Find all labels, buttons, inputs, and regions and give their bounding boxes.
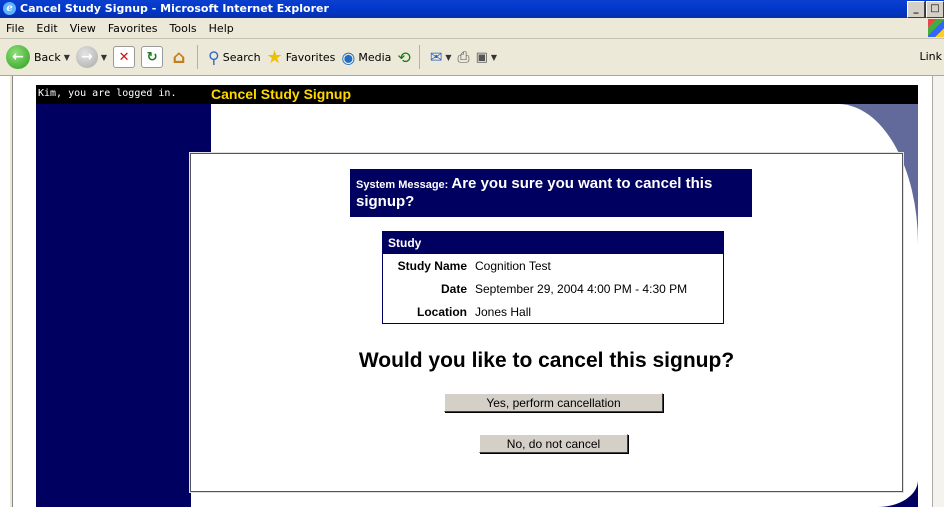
- toolbar-separator: [418, 45, 420, 69]
- menu-tools[interactable]: Tools: [164, 22, 203, 35]
- table-row: Study Name Cognition Test: [383, 254, 724, 277]
- mail-icon: ✉: [429, 48, 443, 66]
- header-strip: Kim, you are logged in. Cancel Study Sig…: [36, 85, 918, 104]
- system-message: System Message: Are you sure you want to…: [350, 169, 752, 217]
- media-icon: ◉: [341, 47, 356, 67]
- back-button[interactable]: ← Back ▼: [6, 45, 70, 69]
- history-button[interactable]: ⟲: [397, 48, 410, 67]
- cancel-question: Would you like to cancel this signup?: [358, 349, 735, 372]
- back-dropdown-icon[interactable]: ▼: [64, 53, 70, 62]
- study-details-table: Study Study Name Cognition Test Date Sep…: [382, 231, 724, 324]
- home-button[interactable]: ⌂: [169, 46, 189, 68]
- browser-toolbar: ← Back ▼ → ▼ ✕ ↻ ⌂ ⚲ Search ★ Favorites …: [0, 39, 944, 76]
- stop-button[interactable]: ✕: [113, 46, 136, 68]
- menu-help[interactable]: Help: [203, 22, 240, 35]
- menu-file[interactable]: File: [0, 22, 30, 35]
- print-button[interactable]: ⎙: [458, 48, 470, 66]
- search-label: Search: [222, 50, 261, 64]
- study-location-value: Jones Hall: [475, 304, 532, 319]
- edit-dropdown-icon[interactable]: ▼: [491, 53, 497, 62]
- favorites-label: Favorites: [285, 50, 336, 64]
- menu-view[interactable]: View: [64, 22, 102, 35]
- ie-logo-icon: e: [3, 2, 16, 15]
- menu-edit[interactable]: Edit: [30, 22, 63, 35]
- windows-flag-icon: [928, 19, 944, 37]
- edit-button[interactable]: ▣ ▼: [476, 50, 497, 65]
- study-date-value: September 29, 2004 4:00 PM - 4:30 PM: [475, 281, 688, 296]
- toolbar-separator: [197, 45, 199, 69]
- maximize-button[interactable]: □: [926, 1, 944, 18]
- media-label: Media: [358, 50, 392, 64]
- history-icon: ⟲: [397, 47, 411, 67]
- search-icon: ⚲: [208, 47, 220, 67]
- print-icon: ⎙: [457, 48, 470, 66]
- study-table-heading: Study: [382, 231, 724, 254]
- home-icon: ⌂: [172, 46, 186, 68]
- forward-arrow-icon: →: [75, 46, 98, 68]
- back-arrow-icon: ←: [6, 45, 30, 69]
- menu-favorites[interactable]: Favorites: [102, 22, 164, 35]
- cancel-signup-panel: System Message: Are you sure you want to…: [190, 153, 903, 492]
- table-row: Location Jones Hall: [383, 300, 724, 324]
- links-label[interactable]: Link: [919, 50, 942, 63]
- forward-button[interactable]: → ▼: [75, 46, 107, 68]
- refresh-button[interactable]: ↻: [141, 46, 164, 68]
- edit-page-icon: ▣: [475, 49, 488, 65]
- favorites-button[interactable]: ★ Favorites: [267, 47, 336, 68]
- study-location-key: Location: [417, 304, 467, 319]
- page-title: Cancel Study Signup: [211, 86, 352, 102]
- minimize-button[interactable]: _: [907, 1, 925, 18]
- study-date-key: Date: [440, 281, 467, 296]
- vertical-scrollbar[interactable]: [932, 76, 944, 507]
- study-name-value: Cognition Test: [475, 258, 551, 273]
- window-controls: _ □: [906, 1, 944, 18]
- mail-button[interactable]: ✉ ▼: [430, 48, 452, 66]
- forward-dropdown-icon[interactable]: ▼: [101, 53, 107, 62]
- window-titlebar: e Cancel Study Signup - Microsoft Intern…: [0, 0, 944, 18]
- table-row: Date September 29, 2004 4:00 PM - 4:30 P…: [383, 277, 724, 300]
- refresh-icon: ↻: [141, 46, 164, 68]
- system-message-label: System Message:: [356, 179, 449, 191]
- viewport-left-border: [10, 76, 13, 507]
- mail-dropdown-icon[interactable]: ▼: [445, 53, 451, 62]
- study-name-key: Study Name: [397, 258, 467, 273]
- login-status: Kim, you are logged in.: [38, 88, 177, 99]
- window-title: Cancel Study Signup - Microsoft Internet…: [20, 2, 329, 15]
- media-button[interactable]: ◉ Media: [341, 48, 391, 67]
- stop-icon: ✕: [113, 46, 136, 68]
- keep-signup-button[interactable]: No, do not cancel: [479, 434, 628, 453]
- confirm-cancellation-button[interactable]: Yes, perform cancellation: [444, 393, 663, 412]
- back-label: Back: [34, 50, 61, 64]
- search-button[interactable]: ⚲ Search: [208, 48, 261, 67]
- favorites-star-icon: ★: [266, 46, 283, 68]
- menu-bar: File Edit View Favorites Tools Help: [0, 18, 944, 39]
